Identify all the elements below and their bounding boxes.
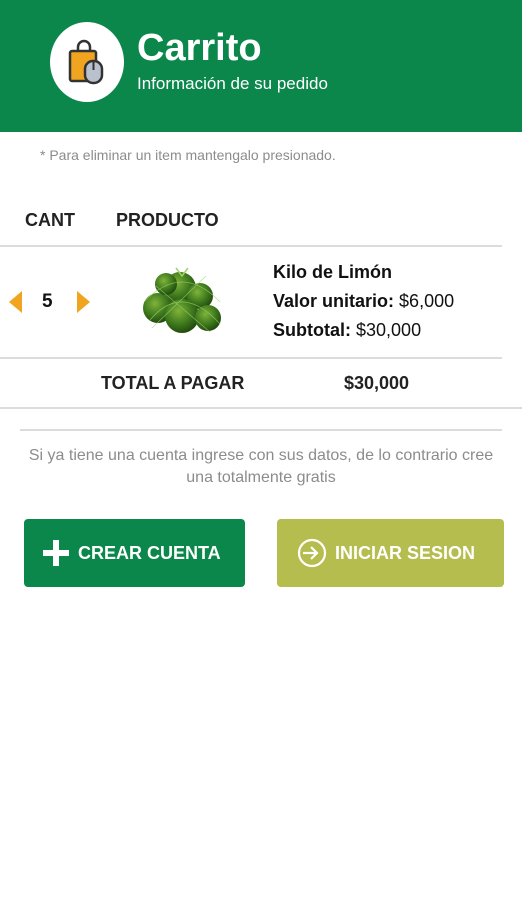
subtotal-label: Subtotal: [273,320,351,340]
decrease-quantity-icon[interactable] [6,289,26,315]
limes-net-image [143,267,221,333]
login-arrow-icon [297,538,327,568]
login-button[interactable]: INICIAR SESION [277,519,504,587]
product-name: Kilo de Limón [273,262,392,282]
increase-quantity-icon[interactable] [73,289,93,315]
total-label: TOTAL A PAGAR [101,373,245,393]
unit-price-label: Valor unitario: [273,291,395,311]
app-header: Carrito Información de su pedido [0,0,522,132]
quantity-value: 5 [42,291,53,312]
header-logo [50,22,124,102]
login-label: INICIAR SESION [335,542,476,563]
shopping-bag-icon [68,39,104,85]
divider [0,407,522,409]
account-info-text: Si ya tiene una cuenta ingrese con sus d… [28,447,494,486]
create-account-button[interactable]: CREAR CUENTA [24,519,245,587]
unit-price-line: Valor unitario: $6,000 [273,290,454,312]
page-title: Carrito [137,27,262,69]
column-header-quantity: CANT [25,210,75,230]
page-subtitle: Información de su pedido [137,74,328,93]
subtotal-value: $30,000 [356,320,422,340]
divider [0,245,502,247]
plus-icon [43,540,69,566]
divider [20,429,502,431]
column-header-product: PRODUCTO [116,210,219,230]
create-account-label: CREAR CUENTA [78,542,221,563]
total-value: $30,000 [344,373,410,393]
unit-price-value: $6,000 [399,291,455,311]
subtotal-line: Subtotal: $30,000 [273,319,421,341]
divider [0,357,502,359]
remove-item-hint: * Para eliminar un item mantengalo presi… [40,147,336,163]
